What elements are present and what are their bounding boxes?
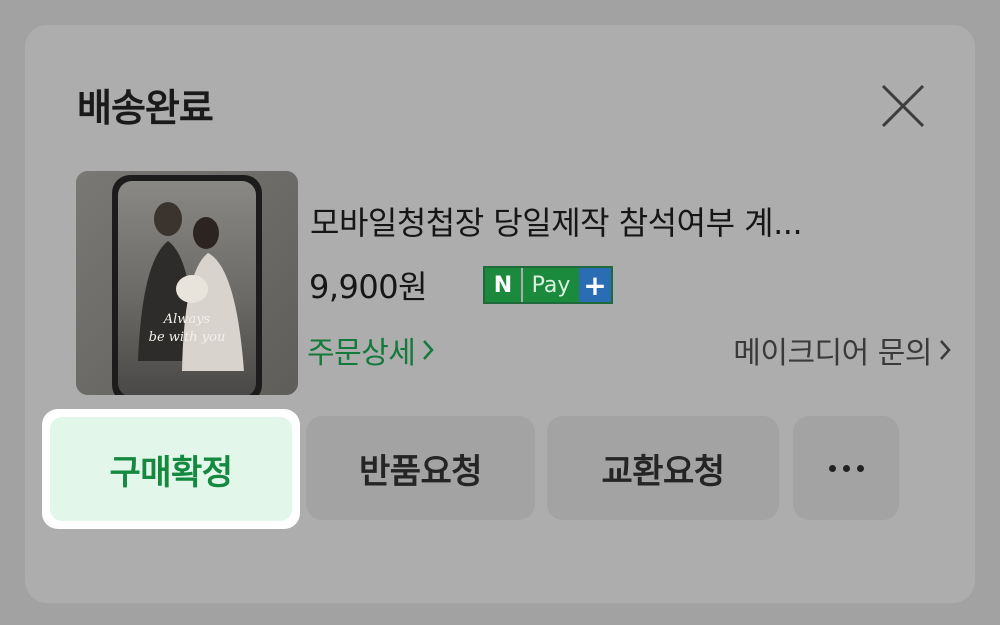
purchase-confirm-button[interactable]: 구매확정 — [50, 417, 292, 521]
chevron-right-icon — [423, 340, 435, 360]
purchase-confirm-highlight: 구매확정 — [42, 409, 300, 529]
thumbnail-text-line1: Always — [163, 312, 211, 327]
product-thumbnail[interactable]: Always be with you — [76, 171, 298, 395]
order-detail-label: 주문상세 — [307, 336, 416, 371]
product-name[interactable]: 모바일청첩장 당일제작 참석여부 계... — [310, 198, 900, 244]
product-price: 9,900원 — [309, 268, 428, 306]
return-request-button[interactable]: 반품요청 — [306, 416, 535, 520]
order-detail-link[interactable]: 주문상세 — [307, 328, 435, 372]
thumbnail-text-line2: be with you — [149, 330, 226, 345]
sheet-title: 배송완료 — [77, 86, 214, 130]
seller-inquiry-label: 메이크디어 문의 — [733, 336, 932, 371]
more-horizontal-icon — [828, 464, 864, 472]
chevron-right-icon — [940, 340, 951, 360]
naver-pay-badge: N Pay + — [483, 266, 613, 304]
seller-inquiry-link[interactable]: 메이크디어 문의 — [733, 328, 952, 372]
npay-pay-label: Pay — [521, 268, 579, 302]
npay-plus-icon: + — [579, 268, 611, 302]
close-icon[interactable] — [877, 80, 929, 132]
npay-n-logo: N — [485, 268, 521, 302]
more-options-button[interactable] — [793, 416, 899, 520]
exchange-request-button[interactable]: 교환요청 — [547, 416, 779, 520]
